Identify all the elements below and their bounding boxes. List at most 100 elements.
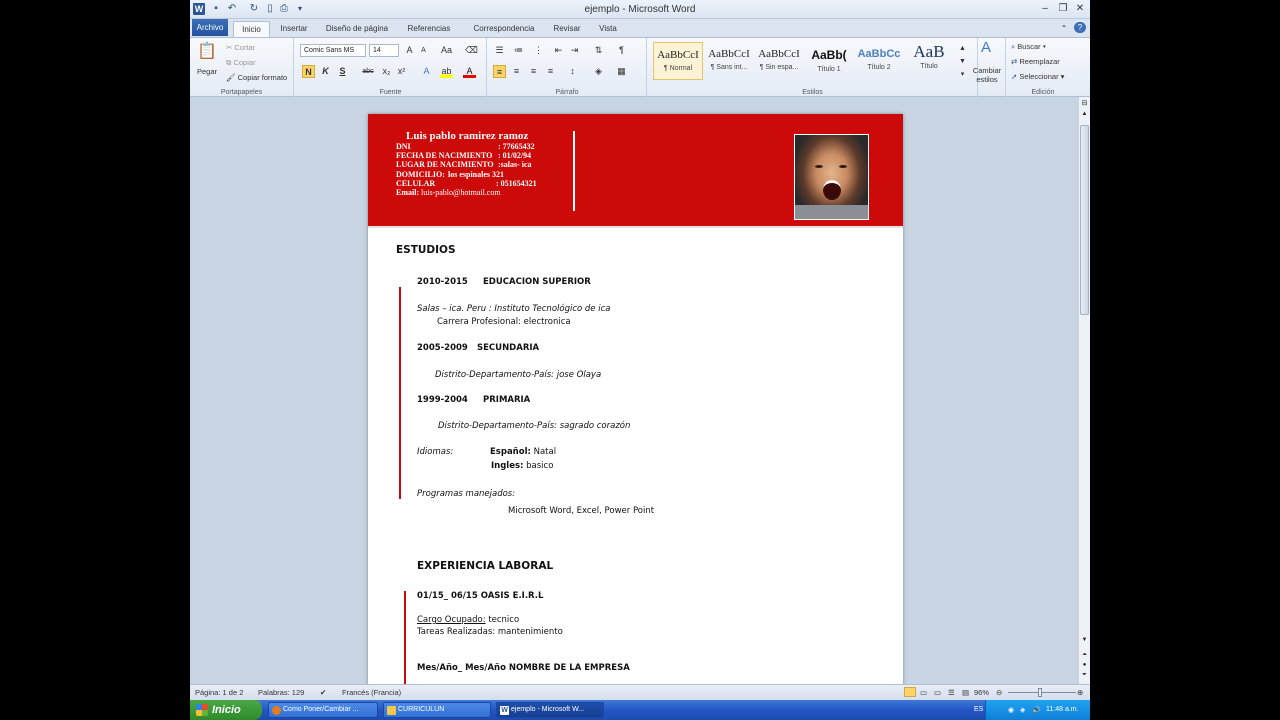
tab-correspondencia[interactable]: Correspondencia	[466, 21, 542, 37]
browse-object-icon[interactable]: ●	[1080, 662, 1089, 671]
paragraph-group: ☰ ≔ ⋮ ⇤ ⇥ ⇅ ¶ ≡ ≡ ≡ ≡ ↕ ◈ ▦ Párrafo	[488, 38, 647, 97]
line-spacing-icon[interactable]: ↕	[566, 65, 579, 78]
tab-revisar[interactable]: Revisar	[550, 21, 584, 37]
start-button[interactable]: Inicio	[190, 700, 262, 720]
title-bar: W ▪ ↶ ↻ ▯ ⎙ ▾ ejemplo - Microsoft Word –…	[190, 0, 1090, 19]
clear-format-icon[interactable]: ⌫	[465, 44, 478, 57]
superscript-button[interactable]: x²	[395, 65, 408, 78]
bold-button[interactable]: N	[302, 65, 315, 78]
tab-inicio[interactable]: Inicio	[233, 21, 270, 37]
volume-icon[interactable]: 🔊	[1032, 706, 1041, 714]
browser-icon	[272, 706, 281, 715]
vertical-scrollbar[interactable]: ⊟ ▲ ▼ ⏶ ● ⏷	[1078, 97, 1090, 684]
shading-icon[interactable]: ◈	[592, 65, 605, 78]
style-sans-int[interactable]: AaBbCcI ¶ Sans int...	[704, 42, 754, 80]
show-marks-icon[interactable]: ¶	[615, 44, 628, 57]
print-layout-icon[interactable]	[904, 687, 916, 697]
tab-insertar[interactable]: Insertar	[276, 21, 312, 37]
tab-referencias[interactable]: Referencias	[404, 21, 454, 37]
italic-button[interactable]: K	[319, 65, 332, 78]
document-area[interactable]: Luis pablo ramirez ramoz DNI: 77665432 F…	[190, 97, 1078, 684]
decrease-indent-icon[interactable]: ⇤	[552, 44, 565, 57]
text-effects-icon[interactable]: A	[420, 65, 433, 78]
zoom-out-icon[interactable]: ⊖	[996, 688, 1002, 697]
paste-icon[interactable]: 📋	[197, 42, 217, 62]
scroll-up-icon[interactable]: ▲	[1080, 111, 1089, 120]
tab-diseno[interactable]: Diseño de página	[320, 21, 394, 37]
increase-indent-icon[interactable]: ⇥	[568, 44, 581, 57]
grow-font-icon[interactable]: A	[403, 44, 416, 57]
strikethrough-button[interactable]: abc	[359, 65, 377, 78]
web-layout-icon[interactable]: ▭	[934, 688, 941, 697]
borders-icon[interactable]: ▦	[615, 65, 628, 78]
style-titulo[interactable]: AaB Título	[904, 42, 954, 80]
header-bottom-border	[368, 226, 903, 228]
document-page[interactable]: Luis pablo ramirez ramoz DNI: 77665432 F…	[368, 114, 903, 684]
minimize-ribbon-icon[interactable]: ⌃	[1058, 21, 1070, 37]
tray-icon-2[interactable]: ◈	[1020, 706, 1025, 714]
help-icon[interactable]: ?	[1074, 22, 1086, 33]
change-styles-button[interactable]: Cambiar estilos	[969, 66, 1005, 84]
copy-button[interactable]: ⧉ Copiar	[226, 58, 256, 68]
close-icon[interactable]: ✕	[1071, 2, 1089, 16]
font-size-select[interactable]: 14	[369, 44, 399, 57]
draft-icon[interactable]: ▤	[962, 688, 969, 697]
maximize-icon[interactable]: ❐	[1054, 2, 1072, 16]
paste-button[interactable]: Pegar	[197, 67, 217, 76]
style-normal[interactable]: AaBbCcI ¶ Normal	[653, 42, 703, 80]
style-titulo-1[interactable]: AaBb( Título 1	[804, 42, 854, 80]
scroll-down-icon[interactable]: ▼	[1080, 637, 1089, 646]
change-case-icon[interactable]: Aa	[440, 44, 453, 57]
clock[interactable]: 11:48 a.m.	[1046, 706, 1079, 713]
ruler-toggle-icon[interactable]: ⊟	[1080, 99, 1089, 109]
bullets-icon[interactable]: ☰	[493, 44, 506, 57]
tab-archivo[interactable]: Archivo	[192, 19, 228, 36]
word-count[interactable]: Palabras: 129	[258, 688, 304, 697]
zoom-slider[interactable]	[1008, 692, 1076, 693]
style-sin-espacio[interactable]: AaBbCcI ¶ Sin espa...	[754, 42, 804, 80]
spellcheck-icon[interactable]: ✔	[320, 688, 326, 697]
change-styles-icon[interactable]: A	[978, 40, 994, 59]
input-language[interactable]: ES	[974, 706, 983, 713]
cut-button[interactable]: ✂ Cortar	[226, 43, 255, 52]
format-painter-button[interactable]: 🖌 Copiar formato	[226, 73, 287, 82]
underline-button[interactable]: S	[336, 65, 349, 78]
lang-spanish: Español: Natal	[490, 447, 557, 457]
align-right-icon[interactable]: ≡	[527, 65, 540, 78]
justify-icon[interactable]: ≡	[544, 65, 557, 78]
sort-icon[interactable]: ⇅	[592, 44, 605, 57]
profile-photo[interactable]	[794, 134, 869, 220]
highlight-icon[interactable]: ab	[440, 65, 453, 78]
subscript-button[interactable]: x₂	[380, 65, 393, 78]
next-page-icon[interactable]: ⏷	[1080, 672, 1089, 681]
zoom-slider-thumb[interactable]	[1038, 688, 1042, 697]
programs-label: Programas manejados:	[417, 489, 516, 499]
zoom-level[interactable]: 96%	[974, 688, 989, 697]
shrink-font-icon[interactable]: A	[417, 44, 430, 57]
prev-page-icon[interactable]: ⏶	[1080, 652, 1089, 661]
sup-title: EDUCACION SUPERIOR	[483, 277, 591, 287]
page-count[interactable]: Página: 1 de 2	[195, 688, 243, 697]
outline-icon[interactable]: ☰	[948, 688, 955, 697]
font-name-select[interactable]: Comic Sans MS	[300, 44, 366, 57]
align-left-icon[interactable]: ≡	[493, 65, 506, 78]
task-word[interactable]: Wejemplo - Microsoft W...	[496, 702, 604, 718]
minimize-icon[interactable]: –	[1036, 2, 1054, 16]
scroll-thumb[interactable]	[1080, 125, 1089, 315]
select-button[interactable]: ➚ Seleccionar ▾	[1011, 72, 1064, 81]
find-button[interactable]: ⌕ Buscar ▾	[1011, 42, 1046, 52]
font-color-icon[interactable]: A	[463, 65, 476, 78]
zoom-in-icon[interactable]: ⊕	[1077, 688, 1083, 697]
tray-icon-1[interactable]: ◉	[1008, 706, 1014, 714]
task-firefox[interactable]: Como Poner/Cambiar ...	[268, 702, 378, 718]
align-center-icon[interactable]: ≡	[510, 65, 523, 78]
replace-button[interactable]: ⇄ Reemplazar	[1011, 57, 1060, 66]
language-indicator[interactable]: Francés (Francia)	[342, 688, 401, 697]
numbering-icon[interactable]: ≔	[512, 44, 525, 57]
style-titulo-2[interactable]: AaBbCc Título 2	[854, 42, 904, 80]
pri-place: Distrito-Departamento-País: sagrado cora…	[438, 421, 631, 431]
multilevel-icon[interactable]: ⋮	[532, 44, 545, 57]
full-screen-icon[interactable]: ▭	[920, 688, 927, 697]
tab-vista[interactable]: Vista	[592, 21, 624, 37]
task-curriculun[interactable]: CURRICULUN	[383, 702, 491, 718]
